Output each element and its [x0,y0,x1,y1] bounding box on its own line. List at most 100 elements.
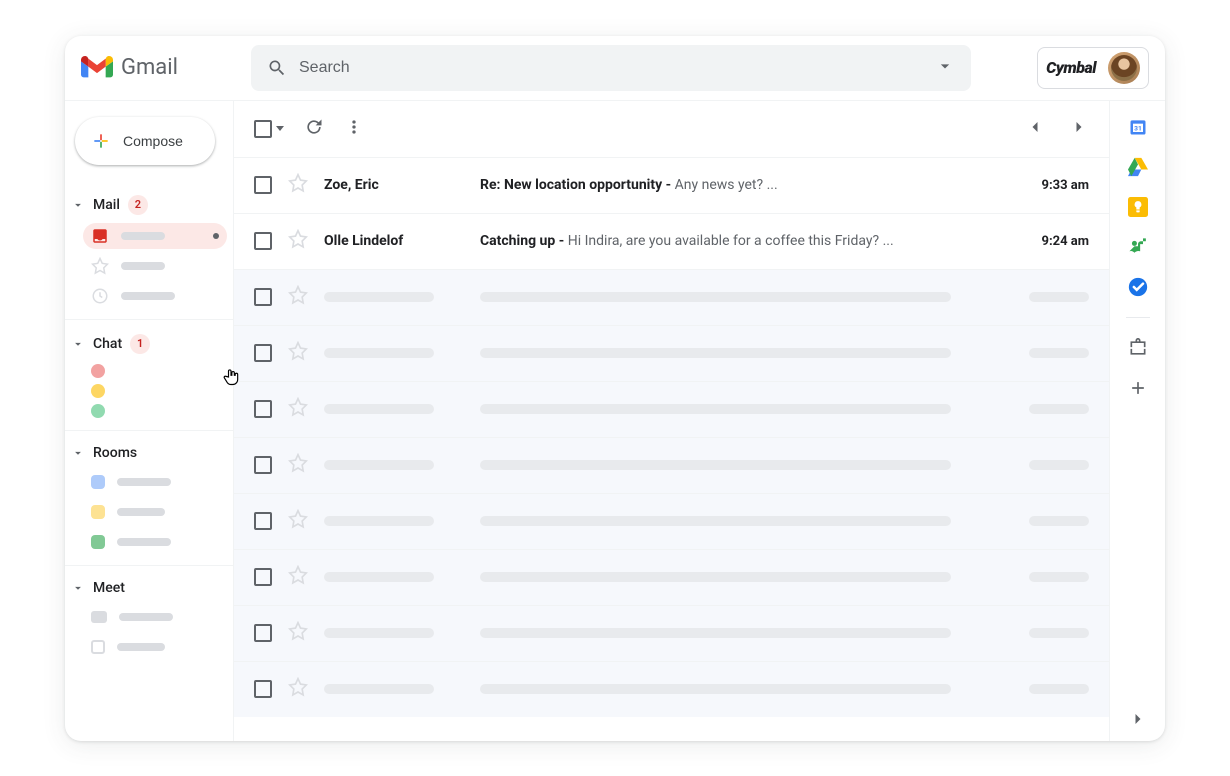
message-row-placeholder[interactable] [234,381,1109,437]
star-button[interactable] [288,173,308,197]
message-sender [324,516,464,526]
expand-rail-button[interactable] [1128,709,1148,729]
nav-header-chat[interactable]: Chat 1 [65,330,233,358]
message-sender [324,572,464,582]
row-checkbox[interactable] [254,680,272,698]
row-checkbox[interactable] [254,344,272,362]
nav-header-meet[interactable]: Meet [65,576,233,600]
room-3[interactable] [83,529,227,555]
add-button[interactable] [1128,378,1148,398]
row-checkbox[interactable] [254,456,272,474]
refresh-button[interactable] [304,117,324,141]
gmail-logo[interactable]: Gmail [81,55,231,80]
star-button[interactable] [288,677,308,701]
star-button[interactable] [288,285,308,309]
prev-page-button[interactable] [1025,117,1045,141]
message-content: Re: New location opportunity - Any news … [480,177,1003,193]
message-content [480,684,1003,694]
chat-badge: 1 [130,334,150,354]
star-icon [91,257,109,275]
message-sender [324,628,464,638]
meet-new[interactable] [83,604,227,630]
brand-label: Cymbal [1046,58,1096,77]
chat-contact-1[interactable] [91,364,227,378]
chat-label: Chat [93,336,122,352]
row-checkbox[interactable] [254,400,272,418]
message-row-placeholder[interactable] [234,661,1109,717]
message-row-placeholder[interactable] [234,549,1109,605]
compose-button[interactable]: Compose [75,117,215,165]
checkbox-icon [254,568,272,586]
star-button[interactable] [288,453,308,477]
message-row-placeholder[interactable] [234,493,1109,549]
row-checkbox[interactable] [254,568,272,586]
calendar-icon [91,640,105,654]
caret-down-icon [71,198,85,212]
more-button[interactable] [344,117,364,141]
message-list[interactable]: Zoe, Eric Re: New location opportunity -… [234,157,1109,741]
message-sender [324,460,464,470]
row-checkbox[interactable] [254,232,272,250]
drive-app-icon[interactable] [1128,157,1148,177]
sidebar-item-starred[interactable] [83,253,227,279]
room-icon [91,475,105,489]
checkbox-icon [254,456,272,474]
message-row-placeholder[interactable] [234,269,1109,325]
room-2[interactable] [83,499,227,525]
account-switcher[interactable]: Cymbal [1037,47,1149,89]
presence-dot-icon [91,404,105,418]
nav-header-mail[interactable]: Mail 2 [65,191,233,219]
star-button[interactable] [288,565,308,589]
select-all-checkbox[interactable] [254,120,284,138]
message-row[interactable]: Olle Lindelof Catching up - Hi Indira, a… [234,213,1109,269]
room-icon [91,505,105,519]
row-checkbox[interactable] [254,176,272,194]
tasks-app-icon[interactable] [1128,277,1148,297]
meet-join[interactable] [83,634,227,660]
calendar-app-icon[interactable]: 31 [1128,117,1148,137]
search-options-dropdown[interactable] [935,56,955,80]
sidebar: Compose Mail 2 [65,101,233,741]
star-button[interactable] [288,509,308,533]
chat-contact-2[interactable] [91,384,227,398]
star-button[interactable] [288,621,308,645]
chat-contact-3[interactable] [91,404,227,418]
sidebar-item-inbox[interactable] [83,223,227,249]
side-rail: 31 [1109,101,1165,741]
unread-dot-icon [213,233,219,239]
message-time [1019,572,1089,582]
message-row-placeholder[interactable] [234,605,1109,661]
keep-app-icon[interactable] [1128,197,1148,217]
next-page-button[interactable] [1069,117,1089,141]
star-button[interactable] [288,397,308,421]
nav-section-rooms: Rooms [65,430,233,565]
message-row-placeholder[interactable] [234,325,1109,381]
addons-icon[interactable] [1128,338,1148,358]
star-button[interactable] [288,341,308,365]
row-checkbox[interactable] [254,512,272,530]
row-checkbox[interactable] [254,288,272,306]
search-bar[interactable] [251,45,971,91]
message-sender [324,292,464,302]
contacts-app-icon[interactable] [1128,237,1148,257]
checkbox-icon [254,680,272,698]
message-content [480,460,1003,470]
star-button[interactable] [288,229,308,253]
checkbox-icon [254,624,272,642]
sidebar-item-snoozed[interactable] [83,283,227,309]
room-1[interactable] [83,469,227,495]
nav-header-rooms[interactable]: Rooms [65,441,233,465]
message-time: 9:24 am [1019,234,1089,249]
message-row[interactable]: Zoe, Eric Re: New location opportunity -… [234,157,1109,213]
checkbox-icon [254,400,272,418]
message-time [1019,516,1089,526]
message-sender: Zoe, Eric [324,177,464,193]
avatar[interactable] [1108,52,1140,84]
message-time [1019,684,1089,694]
search-input[interactable] [299,59,923,77]
row-checkbox[interactable] [254,624,272,642]
message-time [1019,460,1089,470]
caret-down-icon [71,337,85,351]
message-row-placeholder[interactable] [234,437,1109,493]
app-name-label: Gmail [121,55,178,80]
